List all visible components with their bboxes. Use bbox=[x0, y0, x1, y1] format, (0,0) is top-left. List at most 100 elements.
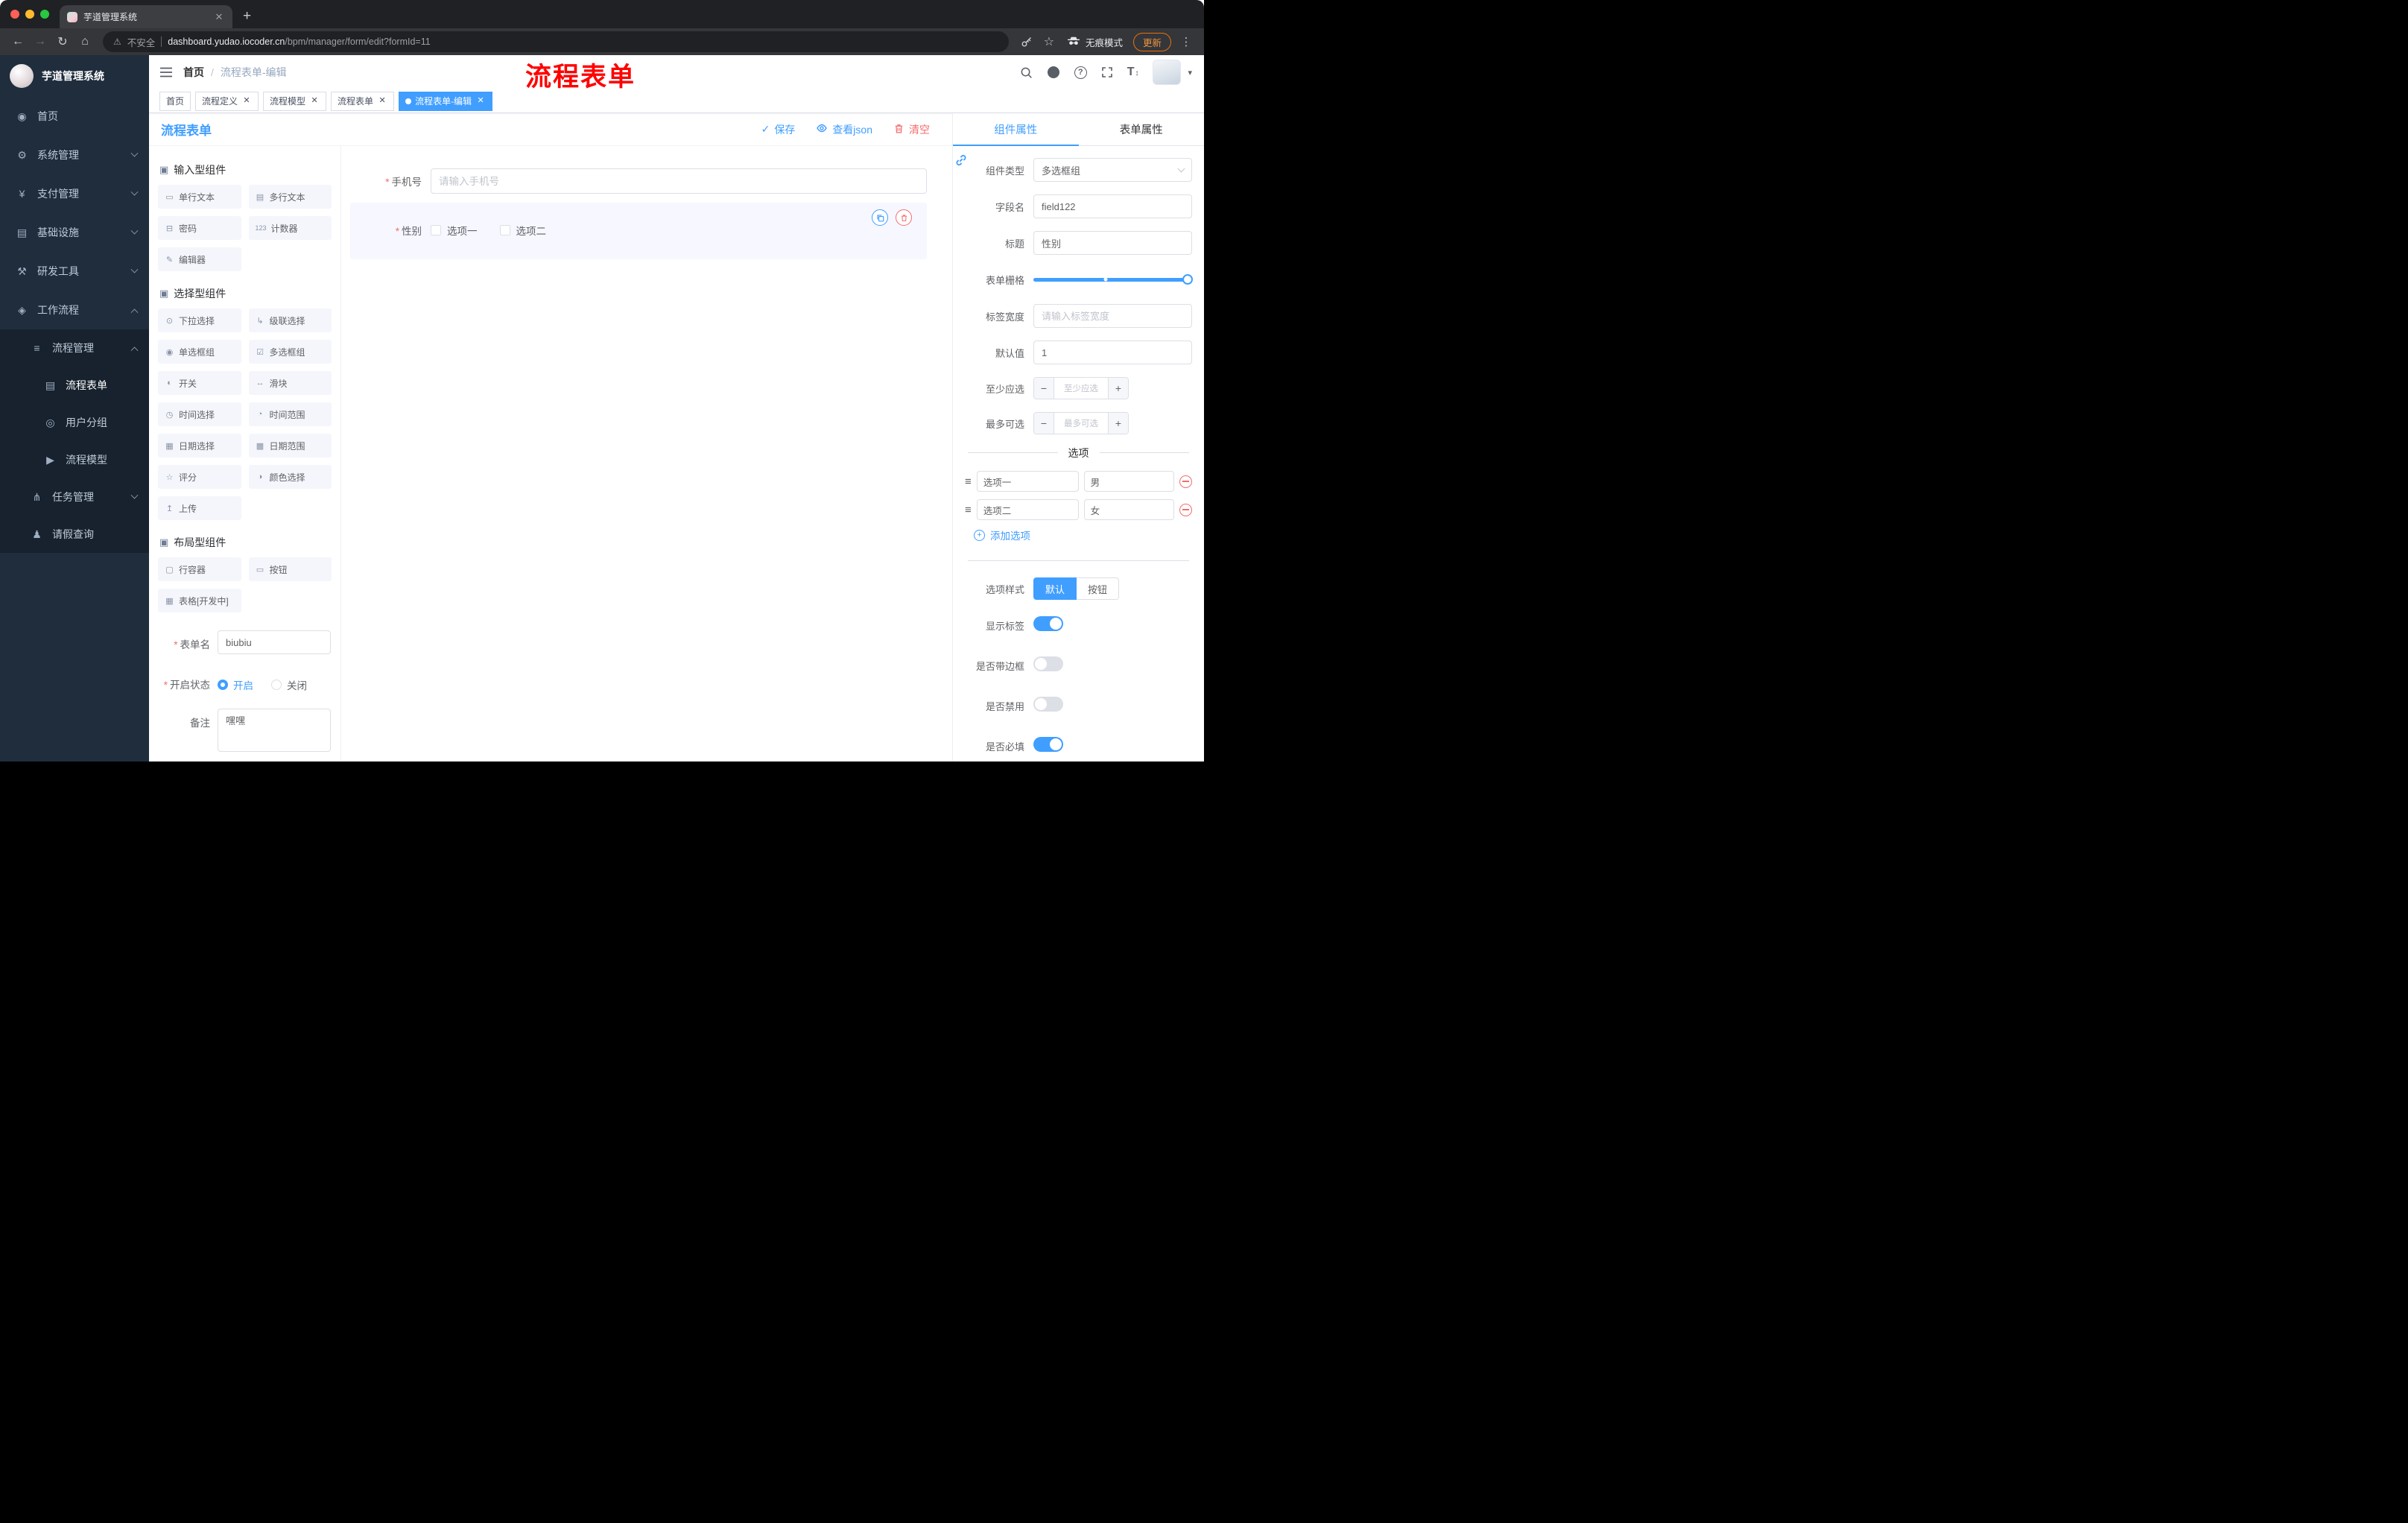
sidebar-item-home[interactable]: ◉ 首页 bbox=[0, 97, 149, 136]
palette-item-table[interactable]: ▦ 表格[开发中] bbox=[158, 589, 241, 612]
bookmark-star-icon[interactable]: ☆ bbox=[1039, 31, 1059, 52]
phone-input[interactable] bbox=[431, 168, 927, 194]
breadcrumb-home[interactable]: 首页 bbox=[183, 65, 204, 80]
palette-item-button[interactable]: ▭ 按钮 bbox=[248, 557, 332, 581]
sidebar-item-process-model[interactable]: ▶ 流程模型 bbox=[0, 441, 149, 478]
forward-icon[interactable]: → bbox=[30, 31, 51, 52]
border-switch[interactable] bbox=[1033, 656, 1063, 671]
tag-process-form-edit[interactable]: 流程表单-编辑 ✕ bbox=[399, 91, 493, 111]
browser-tab[interactable]: 芋道管理系统 ✕ bbox=[60, 5, 232, 28]
show-label-switch[interactable] bbox=[1033, 616, 1063, 631]
default-value-input[interactable] bbox=[1033, 341, 1192, 364]
sidebar-item-workflow[interactable]: ◈ 工作流程 bbox=[0, 291, 149, 329]
palette-item-checkbox-group[interactable]: ☑ 多选框组 bbox=[248, 340, 332, 364]
font-size-icon[interactable]: T ↕ bbox=[1127, 66, 1139, 79]
palette-item-radio-group[interactable]: ◉ 单选框组 bbox=[158, 340, 241, 364]
reload-icon[interactable]: ↻ bbox=[52, 31, 73, 52]
stepper-placeholder[interactable]: 至少应选 bbox=[1054, 378, 1108, 399]
gender-option2-checkbox[interactable]: 选项二 bbox=[499, 223, 546, 238]
required-switch[interactable] bbox=[1033, 737, 1063, 752]
view-json-button[interactable]: 查看json bbox=[816, 122, 872, 137]
palette-item-rate[interactable]: ☆ 评分 bbox=[158, 465, 241, 489]
palette-item-select[interactable]: ⊙ 下拉选择 bbox=[158, 308, 241, 332]
palette-item-multi-text[interactable]: ▤ 多行文本 bbox=[248, 185, 332, 209]
fullscreen-icon[interactable] bbox=[1101, 66, 1113, 78]
disabled-switch[interactable] bbox=[1033, 697, 1063, 712]
address-bar[interactable]: ⚠ 不安全 dashboard.yudao.iocoder.cn/bpm/man… bbox=[103, 31, 1009, 52]
palette-item-date-picker[interactable]: ▦ 日期选择 bbox=[158, 434, 241, 457]
decrease-icon[interactable]: − bbox=[1034, 378, 1054, 399]
new-tab-button[interactable]: + bbox=[243, 9, 251, 23]
tab-form-props[interactable]: 表单属性 bbox=[1079, 113, 1205, 145]
palette-item-password[interactable]: ⊟ 密码 bbox=[158, 216, 241, 240]
password-key-icon[interactable] bbox=[1016, 31, 1037, 52]
sidebar-item-dev-tools[interactable]: ⚒ 研发工具 bbox=[0, 252, 149, 291]
tag-home[interactable]: 首页 bbox=[159, 91, 191, 111]
palette-item-upload[interactable]: ↥ 上传 bbox=[158, 496, 241, 520]
palette-item-date-range[interactable]: ▩ 日期范围 bbox=[248, 434, 332, 457]
sidebar-item-user-group[interactable]: ◎ 用户分组 bbox=[0, 404, 149, 441]
form-name-input[interactable] bbox=[218, 630, 331, 654]
home-icon[interactable]: ⌂ bbox=[75, 31, 95, 52]
sidebar-item-payment-manage[interactable]: ¥ 支付管理 bbox=[0, 174, 149, 213]
link-icon[interactable] bbox=[954, 153, 968, 171]
palette-item-switch[interactable]: ◐ 开关 bbox=[158, 371, 241, 395]
palette-item-row-container[interactable]: ▢ 行容器 bbox=[158, 557, 241, 581]
drag-handle-icon[interactable]: ≡ bbox=[965, 504, 972, 516]
save-button[interactable]: ✓ 保存 bbox=[761, 122, 796, 137]
back-icon[interactable]: ← bbox=[7, 31, 28, 52]
slider-handle[interactable] bbox=[1182, 274, 1193, 285]
slider-track[interactable] bbox=[1033, 274, 1193, 285]
remove-option-icon[interactable] bbox=[1179, 475, 1192, 488]
sidebar-item-task-manage[interactable]: ⋔ 任务管理 bbox=[0, 478, 149, 516]
window-close-button[interactable] bbox=[10, 10, 19, 19]
option-label-input[interactable] bbox=[976, 499, 1079, 520]
tag-close-icon[interactable]: ✕ bbox=[377, 96, 387, 107]
title-input[interactable] bbox=[1033, 231, 1192, 255]
form-remark-textarea[interactable]: 嘿嘿 bbox=[218, 709, 331, 752]
tag-process-form[interactable]: 流程表单 ✕ bbox=[331, 91, 395, 111]
increase-icon[interactable]: + bbox=[1108, 413, 1128, 434]
checkbox-box[interactable] bbox=[431, 225, 441, 235]
gender-option1-checkbox[interactable]: 选项一 bbox=[431, 223, 478, 238]
style-button-button[interactable]: 按钮 bbox=[1077, 577, 1120, 600]
clear-button[interactable]: 清空 bbox=[893, 122, 930, 137]
sidebar-item-system-manage[interactable]: ⚙ 系统管理 bbox=[0, 136, 149, 174]
min-count-stepper[interactable]: − 至少应选 + bbox=[1033, 377, 1129, 399]
avatar-caret-icon[interactable]: ▾ bbox=[1188, 68, 1192, 77]
option-value-input[interactable] bbox=[1083, 499, 1174, 520]
add-option-button[interactable]: + 添加选项 bbox=[974, 528, 1192, 542]
checkbox-box[interactable] bbox=[499, 225, 510, 235]
tag-close-icon[interactable]: ✕ bbox=[241, 96, 252, 107]
form-grid-slider[interactable] bbox=[1033, 267, 1193, 291]
stepper-placeholder[interactable]: 最多可选 bbox=[1054, 413, 1108, 434]
status-off-radio[interactable]: 关闭 bbox=[271, 677, 307, 692]
security-warning-icon[interactable]: ⚠ bbox=[113, 37, 121, 47]
sidebar-item-leave-query[interactable]: ♟ 请假查询 bbox=[0, 516, 149, 553]
tag-process-definition[interactable]: 流程定义 ✕ bbox=[195, 91, 259, 111]
window-zoom-button[interactable] bbox=[40, 10, 49, 19]
increase-icon[interactable]: + bbox=[1108, 378, 1128, 399]
update-button[interactable]: 更新 bbox=[1132, 32, 1171, 51]
gender-field-row-selected[interactable]: 性别 选项一 选项二 bbox=[350, 203, 927, 259]
palette-item-editor[interactable]: ✎ 编辑器 bbox=[158, 247, 241, 271]
hamburger-icon[interactable] bbox=[149, 55, 183, 89]
delete-component-icon[interactable] bbox=[896, 209, 912, 226]
search-icon[interactable] bbox=[1020, 66, 1033, 79]
field-name-input[interactable] bbox=[1033, 194, 1192, 218]
decrease-icon[interactable]: − bbox=[1034, 413, 1054, 434]
option-value-input[interactable] bbox=[1083, 471, 1174, 492]
copy-component-icon[interactable] bbox=[872, 209, 888, 226]
component-type-select[interactable]: 多选框组 bbox=[1033, 158, 1192, 182]
github-icon[interactable] bbox=[1047, 66, 1060, 79]
help-icon[interactable]: ? bbox=[1074, 66, 1087, 79]
tag-process-model[interactable]: 流程模型 ✕ bbox=[263, 91, 327, 111]
palette-item-slider[interactable]: ↔ 滑块 bbox=[248, 371, 332, 395]
tag-close-icon[interactable]: ✕ bbox=[475, 96, 486, 107]
sidebar-item-infrastructure[interactable]: ▤ 基础设施 bbox=[0, 213, 149, 252]
max-count-stepper[interactable]: − 最多可选 + bbox=[1033, 412, 1129, 434]
browser-menu-icon[interactable]: ⋮ bbox=[1176, 31, 1197, 52]
palette-item-time-range[interactable]: ◔ 时间范围 bbox=[248, 402, 332, 426]
remove-option-icon[interactable] bbox=[1179, 503, 1192, 516]
user-avatar[interactable] bbox=[1153, 60, 1182, 85]
